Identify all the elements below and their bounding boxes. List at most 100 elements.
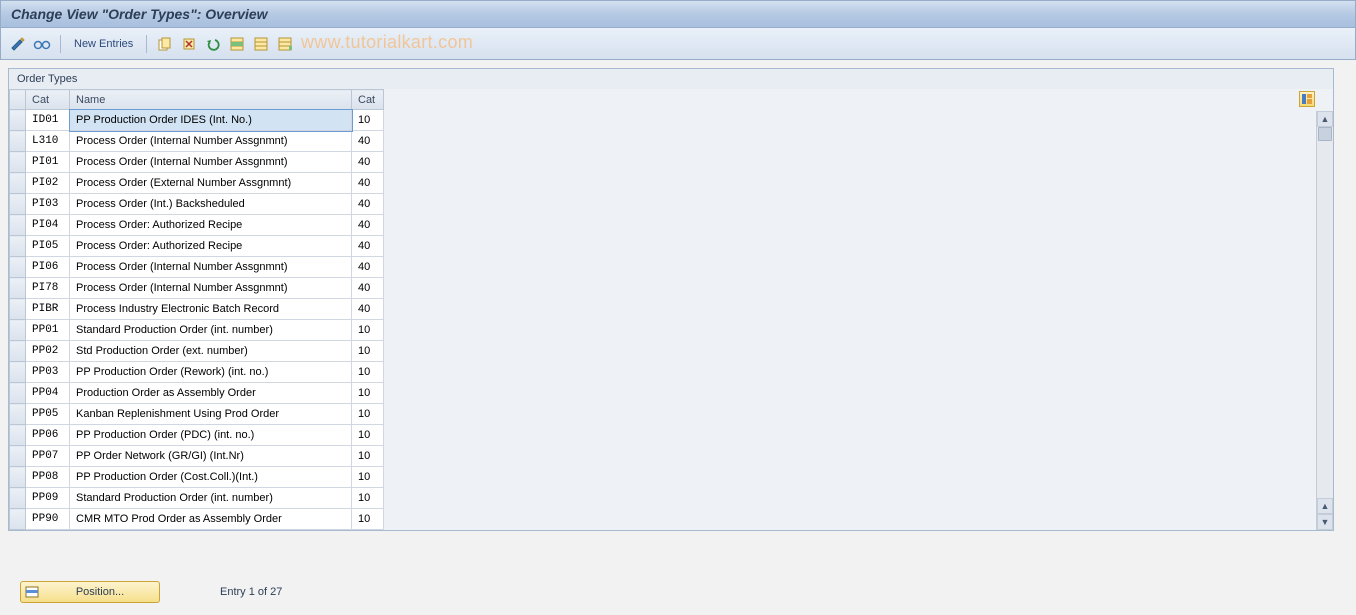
deselect-all-icon[interactable] <box>252 35 270 53</box>
row-selector[interactable] <box>10 341 26 362</box>
table-row[interactable]: PI78Process Order (Internal Number Assgn… <box>10 278 384 299</box>
cell-name[interactable]: Std Production Order (ext. number) <box>70 341 352 362</box>
cell-cat2[interactable]: 10 <box>352 509 384 530</box>
cell-cat[interactable]: PI78 <box>26 278 70 299</box>
scroll-down-small-arrow[interactable]: ▲ <box>1317 498 1333 514</box>
row-selector[interactable] <box>10 383 26 404</box>
select-all-icon[interactable] <box>228 35 246 53</box>
row-selector[interactable] <box>10 509 26 530</box>
cell-name[interactable]: Process Order: Authorized Recipe <box>70 215 352 236</box>
row-selector[interactable] <box>10 467 26 488</box>
scroll-track[interactable] <box>1317 127 1333 498</box>
vertical-scrollbar[interactable]: ▲ ▲ ▼ <box>1316 111 1333 530</box>
cell-cat[interactable]: PP07 <box>26 446 70 467</box>
cell-cat[interactable]: PI06 <box>26 257 70 278</box>
row-selector[interactable] <box>10 152 26 173</box>
cell-cat2[interactable]: 10 <box>352 362 384 383</box>
table-row[interactable]: PP01Standard Production Order (int. numb… <box>10 320 384 341</box>
row-selector[interactable] <box>10 110 26 131</box>
row-selector[interactable] <box>10 257 26 278</box>
cell-name[interactable]: Process Order (Internal Number Assgnmnt) <box>70 131 352 152</box>
cell-name[interactable]: Standard Production Order (int. number) <box>70 320 352 341</box>
table-row[interactable]: PI03Process Order (Int.) Backsheduled40 <box>10 194 384 215</box>
column-header-cat[interactable]: Cat <box>26 90 70 110</box>
row-selector[interactable] <box>10 215 26 236</box>
position-button[interactable]: Position... <box>20 581 160 603</box>
table-row[interactable]: PP08PP Production Order (Cost.Coll.)(Int… <box>10 467 384 488</box>
glasses-icon[interactable] <box>33 35 51 53</box>
copy-as-icon[interactable] <box>156 35 174 53</box>
cell-cat2[interactable]: 40 <box>352 173 384 194</box>
row-selector[interactable] <box>10 425 26 446</box>
cell-cat[interactable]: PP01 <box>26 320 70 341</box>
table-row[interactable]: PP09Standard Production Order (int. numb… <box>10 488 384 509</box>
cell-cat2[interactable]: 10 <box>352 425 384 446</box>
cell-cat[interactable]: ID01 <box>26 110 70 131</box>
cell-name[interactable]: CMR MTO Prod Order as Assembly Order <box>70 509 352 530</box>
cell-cat[interactable]: PP90 <box>26 509 70 530</box>
cell-cat[interactable]: PI05 <box>26 236 70 257</box>
cell-name[interactable]: Process Order (Int.) Backsheduled <box>70 194 352 215</box>
cell-cat[interactable]: PP06 <box>26 425 70 446</box>
table-row[interactable]: PP06PP Production Order (PDC) (int. no.)… <box>10 425 384 446</box>
table-row[interactable]: L310Process Order (Internal Number Assgn… <box>10 131 384 152</box>
cell-cat[interactable]: PI04 <box>26 215 70 236</box>
cell-cat[interactable]: PI01 <box>26 152 70 173</box>
table-row[interactable]: PP04Production Order as Assembly Order10 <box>10 383 384 404</box>
cell-cat2[interactable]: 10 <box>352 320 384 341</box>
table-row[interactable]: ID01PP Production Order IDES (Int. No.)1… <box>10 110 384 131</box>
cell-cat[interactable]: PP04 <box>26 383 70 404</box>
row-selector[interactable] <box>10 173 26 194</box>
cell-cat2[interactable]: 10 <box>352 488 384 509</box>
print-icon[interactable] <box>276 35 294 53</box>
row-selector[interactable] <box>10 320 26 341</box>
cell-cat[interactable]: PP08 <box>26 467 70 488</box>
scroll-up-arrow[interactable]: ▲ <box>1317 111 1333 127</box>
cell-cat[interactable]: PP05 <box>26 404 70 425</box>
table-row[interactable]: PI01Process Order (Internal Number Assgn… <box>10 152 384 173</box>
cell-cat[interactable]: PP03 <box>26 362 70 383</box>
cell-cat2[interactable]: 40 <box>352 299 384 320</box>
cell-name[interactable]: PP Order Network (GR/GI) (Int.Nr) <box>70 446 352 467</box>
row-selector[interactable] <box>10 194 26 215</box>
cell-name[interactable]: Process Order (Internal Number Assgnmnt) <box>70 278 352 299</box>
cell-cat2[interactable]: 10 <box>352 383 384 404</box>
cell-cat2[interactable]: 40 <box>352 278 384 299</box>
row-selector[interactable] <box>10 236 26 257</box>
undo-icon[interactable] <box>204 35 222 53</box>
cell-cat2[interactable]: 40 <box>352 236 384 257</box>
cell-cat[interactable]: PI03 <box>26 194 70 215</box>
cell-cat2[interactable]: 10 <box>352 341 384 362</box>
cell-cat2[interactable]: 40 <box>352 131 384 152</box>
cell-name[interactable]: Standard Production Order (int. number) <box>70 488 352 509</box>
row-selector[interactable] <box>10 488 26 509</box>
row-selector[interactable] <box>10 299 26 320</box>
table-row[interactable]: PIBRProcess Industry Electronic Batch Re… <box>10 299 384 320</box>
table-row[interactable]: PP90CMR MTO Prod Order as Assembly Order… <box>10 509 384 530</box>
cell-name[interactable]: Process Order: Authorized Recipe <box>70 236 352 257</box>
cell-name[interactable]: Process Order (External Number Assgnmnt) <box>70 173 352 194</box>
table-row[interactable]: PP03PP Production Order (Rework) (int. n… <box>10 362 384 383</box>
cell-cat2[interactable]: 10 <box>352 446 384 467</box>
column-header-cat2[interactable]: Cat <box>352 90 384 110</box>
scroll-down-arrow[interactable]: ▼ <box>1317 514 1333 530</box>
table-row[interactable]: PI02Process Order (External Number Assgn… <box>10 173 384 194</box>
cell-cat2[interactable]: 40 <box>352 215 384 236</box>
cell-cat2[interactable]: 40 <box>352 257 384 278</box>
column-header-name[interactable]: Name <box>70 90 352 110</box>
cell-cat[interactable]: PIBR <box>26 299 70 320</box>
row-selector[interactable] <box>10 446 26 467</box>
cell-name[interactable]: Production Order as Assembly Order <box>70 383 352 404</box>
row-selector[interactable] <box>10 278 26 299</box>
cell-name[interactable]: Process Order (Internal Number Assgnmnt) <box>70 152 352 173</box>
table-row[interactable]: PP05Kanban Replenishment Using Prod Orde… <box>10 404 384 425</box>
table-row[interactable]: PI04Process Order: Authorized Recipe40 <box>10 215 384 236</box>
cell-name[interactable]: Kanban Replenishment Using Prod Order <box>70 404 352 425</box>
table-row[interactable]: PP07PP Order Network (GR/GI) (Int.Nr)10 <box>10 446 384 467</box>
cell-cat2[interactable]: 10 <box>352 110 384 131</box>
scroll-thumb[interactable] <box>1318 127 1332 141</box>
cell-cat[interactable]: L310 <box>26 131 70 152</box>
row-selector-header[interactable] <box>10 90 26 110</box>
cell-cat2[interactable]: 40 <box>352 152 384 173</box>
table-row[interactable]: PI06Process Order (Internal Number Assgn… <box>10 257 384 278</box>
